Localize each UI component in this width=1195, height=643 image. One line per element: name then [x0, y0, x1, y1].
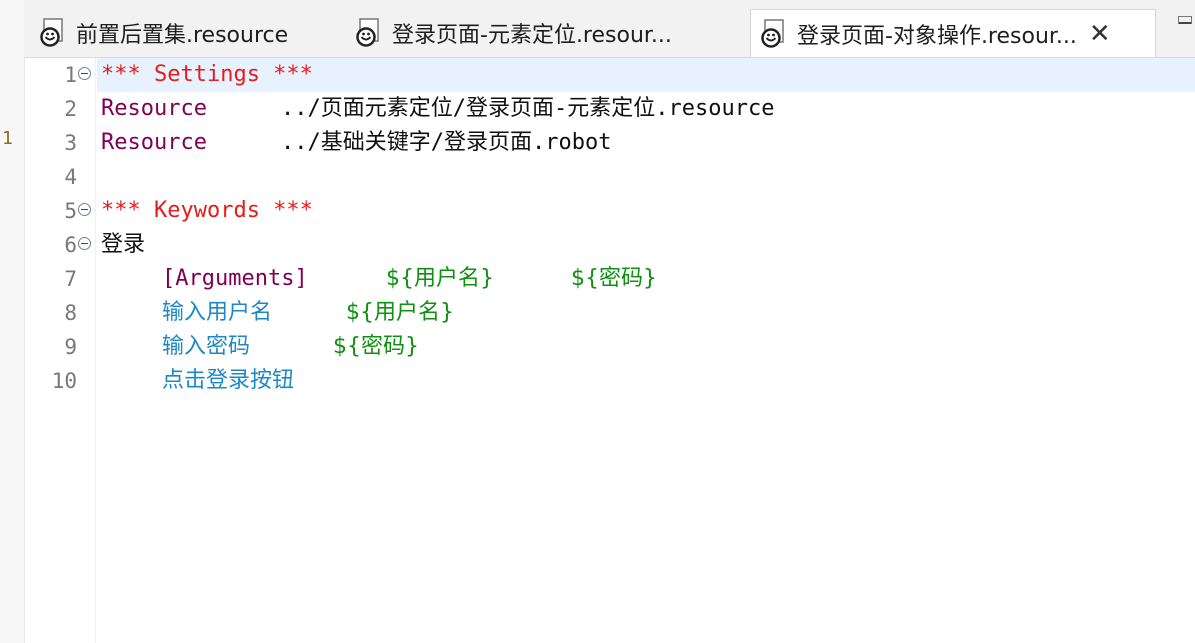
- variable: ${密码}: [571, 266, 657, 291]
- line-number: 8: [64, 301, 77, 325]
- code-line-3[interactable]: 3 Resource ../基础关键字/登录页面.robot: [47, 126, 1195, 160]
- code-line-9[interactable]: 9 输入密码 ${密码}: [47, 330, 1195, 364]
- code-editor[interactable]: 1 *** Settings *** 2 Resource ../页面元素定位/…: [47, 58, 1195, 643]
- line-number: 5: [64, 199, 77, 223]
- keyword-call: 点击登录按钮: [162, 368, 295, 393]
- line-number: 3: [64, 131, 77, 155]
- robot-resource-icon: [356, 18, 379, 47]
- keyword-name: 登录: [101, 232, 146, 257]
- code-line-5[interactable]: 5 *** Keywords ***: [47, 194, 1195, 228]
- collapse-icon[interactable]: [78, 203, 91, 216]
- code-line-2[interactable]: 2 Resource ../页面元素定位/登录页面-元素定位.resource: [47, 92, 1195, 126]
- robot-resource-icon: [40, 18, 63, 47]
- line-number: 10: [51, 369, 77, 393]
- editor-tab-bar: 前置后置集.resource 登录页面-元素定位.resour... 登录页面-…: [24, 0, 1195, 58]
- close-icon[interactable]: ✕: [1089, 21, 1111, 47]
- code-line-4[interactable]: 4: [47, 160, 1195, 194]
- tab-label: 登录页面-元素定位.resour...: [392, 23, 672, 48]
- code-line-6[interactable]: 6 登录: [47, 228, 1195, 262]
- line-number: 2: [64, 97, 77, 121]
- tab-login-actions[interactable]: 登录页面-对象操作.resour... ✕: [750, 9, 1156, 57]
- left-panel-edge: 1: [0, 0, 25, 643]
- line-number: 4: [64, 165, 77, 189]
- line-number: 1: [64, 63, 77, 87]
- tab-label: 登录页面-对象操作.resour...: [797, 23, 1077, 49]
- keyword-call: 输入密码: [162, 334, 251, 359]
- section-header-settings: *** Settings ***: [101, 62, 313, 87]
- code-line-8[interactable]: 8 输入用户名 ${用户名}: [47, 296, 1195, 330]
- section-header-keywords: *** Keywords ***: [101, 198, 313, 223]
- left-marker: 1: [2, 128, 13, 149]
- collapse-icon[interactable]: [78, 237, 91, 250]
- tab-login-locators[interactable]: 登录页面-元素定位.resour...: [346, 10, 744, 56]
- arguments-setting: [Arguments]: [162, 266, 308, 291]
- setting-resource: Resource: [101, 130, 207, 155]
- tab-label: 前置后置集.resource: [76, 23, 289, 48]
- line-number: 7: [64, 267, 77, 291]
- variable: ${用户名}: [386, 266, 494, 291]
- code-line-7[interactable]: 7 [Arguments] ${用户名} ${密码}: [47, 262, 1195, 296]
- resource-path: ../基础关键字/登录页面.robot: [281, 130, 612, 155]
- robot-resource-icon: [761, 18, 784, 48]
- line-number: 9: [64, 335, 77, 359]
- resource-path: ../页面元素定位/登录页面-元素定位.resource: [281, 96, 775, 121]
- setting-resource: Resource: [101, 96, 207, 121]
- variable: ${用户名}: [346, 300, 454, 325]
- variable: ${密码}: [333, 334, 419, 359]
- code-line-1[interactable]: 1 *** Settings ***: [47, 58, 1195, 92]
- tab-pre-post-resource[interactable]: 前置后置集.resource: [30, 10, 348, 56]
- line-number: 6: [64, 233, 77, 257]
- keyword-call: 输入用户名: [162, 300, 273, 325]
- minimize-icon[interactable]: [1178, 16, 1192, 24]
- code-line-10[interactable]: 10 点击登录按钮: [47, 364, 1195, 398]
- collapse-icon[interactable]: [78, 67, 91, 80]
